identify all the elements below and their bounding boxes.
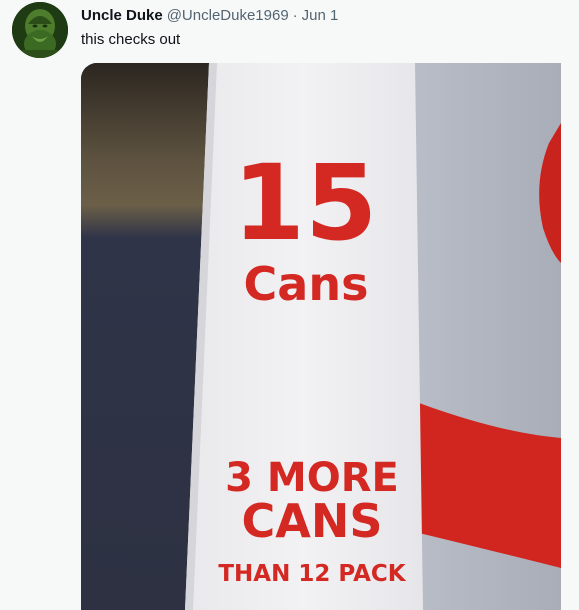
tweet-header: Uncle Duke @UncleDuke1969 · Jun 1 <box>81 6 338 26</box>
user-handle[interactable]: @UncleDuke1969 <box>167 7 289 24</box>
tweet-media[interactable]: 15 Cans 3 MORE CANS THAN 12 PACK <box>81 63 561 610</box>
avatar[interactable] <box>12 2 68 58</box>
tweet-date[interactable]: Jun 1 <box>302 7 339 24</box>
more-cans-line3: THAN 12 PACK <box>218 561 406 587</box>
avatar-image <box>12 2 68 58</box>
tweet-text: this checks out <box>81 31 181 48</box>
separator-dot: · <box>292 7 298 24</box>
tweet[interactable]: Uncle Duke @UncleDuke1969 · Jun 1 this chec… <box>0 0 579 610</box>
cans-label-text: Cans <box>244 257 369 311</box>
display-name[interactable]: Uncle Duke <box>81 7 163 24</box>
media-photo: 15 Cans 3 MORE CANS THAN 12 PACK <box>81 63 561 610</box>
more-cans-line2: CANS <box>242 494 383 548</box>
can-count-text: 15 <box>233 142 378 264</box>
